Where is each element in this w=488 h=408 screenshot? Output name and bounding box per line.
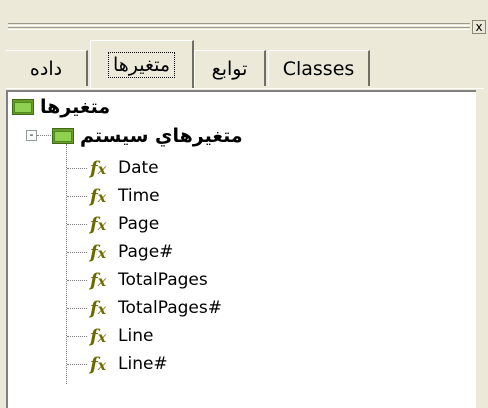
tab-data[interactable]: داده [6,50,88,86]
tree-item-page[interactable]: fx Page [90,210,159,238]
tree-item-label: TotalPages [118,270,208,290]
tab-data-label: داده [29,57,63,80]
folder-icon [12,99,34,115]
fx-function-icon: fx [90,185,107,207]
tree-item-label: Line [118,326,154,346]
tab-variables[interactable]: متغیرها [90,40,194,88]
fx-function-icon: fx [90,157,107,179]
fx-function-icon: fx [90,325,107,347]
tree-item-time[interactable]: fx Time [90,182,160,210]
tree-root-label: متغیرها [40,96,111,118]
panel-grip[interactable] [8,22,470,32]
tree-item-label: Time [118,186,160,206]
tree-item-line[interactable]: fx Line [90,322,153,350]
collapse-toggle[interactable]: - [26,129,37,141]
fx-function-icon: fx [90,241,107,263]
tree-item-label: Page [118,214,160,234]
tree-root-node[interactable]: متغیرها [12,96,110,118]
folder-icon [52,128,74,144]
fx-function-icon: fx [90,269,107,291]
tab-variables-label: متغیرها [107,51,176,78]
tree-item-line-number[interactable]: fx Line# [90,350,168,378]
tree-item-date[interactable]: fx Date [90,154,159,182]
tree-item-totalpages-number[interactable]: fx TotalPages# [90,294,222,322]
tree-system-node[interactable]: متغیرهاي سيستم [52,125,243,147]
fx-function-icon: fx [90,213,107,235]
variables-tree[interactable]: متغیرها - متغیرهاي سيستم fx Date fx Time… [6,90,476,408]
close-button[interactable]: x [472,20,486,34]
tree-item-label: Date [118,158,159,178]
tab-functions-label: توابع [211,57,248,80]
tab-classes[interactable]: Classes [268,50,370,86]
tree-item-label: Page# [118,242,174,262]
variables-panel: x داده متغیرها توابع Classes متغیرها - م… [0,0,488,408]
tab-functions[interactable]: توابع [194,50,266,86]
fx-function-icon: fx [90,353,107,375]
fx-function-icon: fx [90,297,107,319]
tree-system-label: متغیرهاي سيستم [80,125,243,147]
tab-classes-label: Classes [282,57,355,80]
tab-strip: داده متغیرها توابع Classes [6,40,484,89]
tree-item-totalpages[interactable]: fx TotalPages [90,266,208,294]
tree-item-label: Line# [118,354,168,374]
tree-item-page-number[interactable]: fx Page# [90,238,173,266]
tree-item-label: TotalPages# [118,298,222,318]
